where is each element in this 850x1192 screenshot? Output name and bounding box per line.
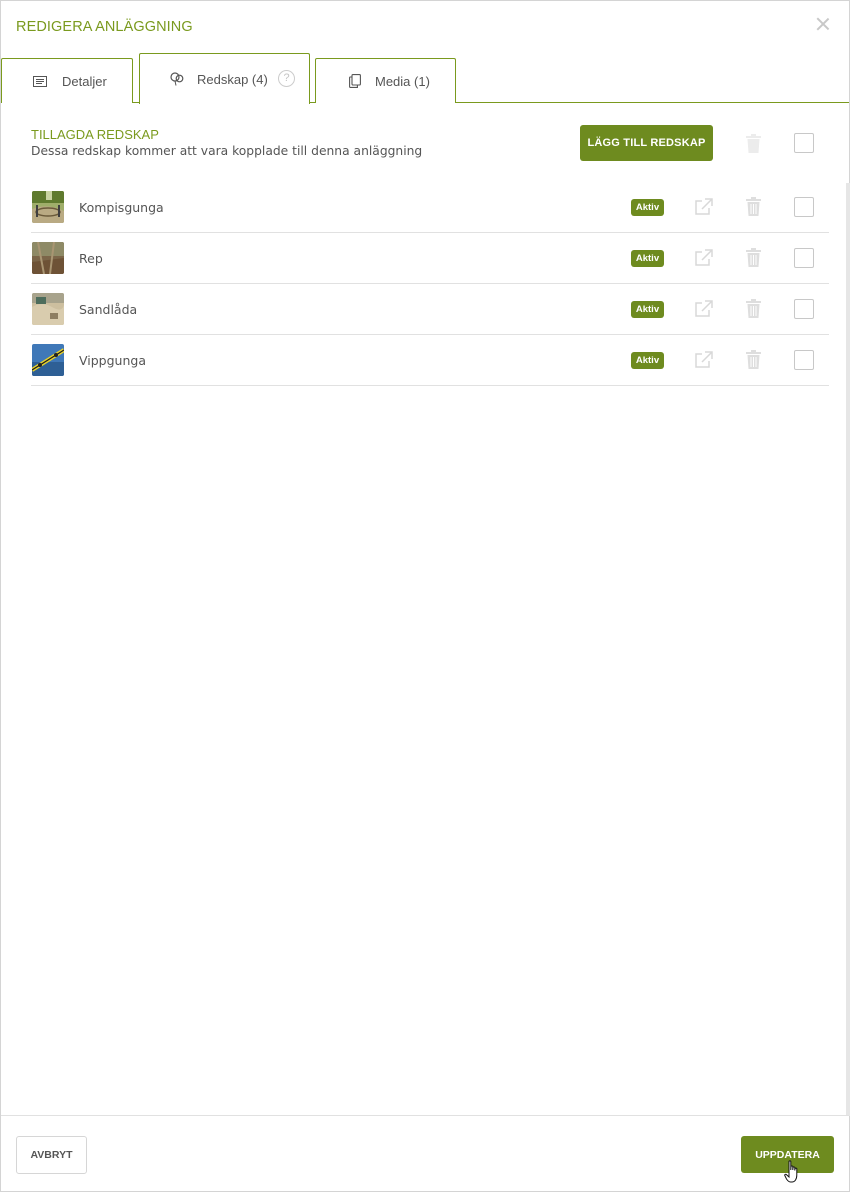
trash-icon[interactable] <box>745 197 762 221</box>
trash-icon[interactable] <box>745 248 762 272</box>
tab-equipment-label: Redskap (4) <box>197 71 268 87</box>
trash-icon[interactable] <box>745 350 762 374</box>
equipment-thumbnail <box>32 293 64 325</box>
tab-media-label: Media (1) <box>375 73 430 89</box>
list-item: Kompisgunga Aktiv <box>31 182 829 233</box>
row-checkbox[interactable] <box>794 299 814 319</box>
external-link-icon[interactable] <box>694 198 713 221</box>
list-item: Sandlåda Aktiv <box>31 284 829 335</box>
row-checkbox[interactable] <box>794 197 814 217</box>
equipment-thumbnail <box>32 344 64 376</box>
section-title: TILLAGDA REDSKAP <box>31 127 159 142</box>
scrollbar[interactable] <box>846 183 850 1116</box>
equipment-name: Vippgunga <box>79 353 146 368</box>
add-equipment-button[interactable]: LÄGG TILL REDSKAP <box>580 125 713 161</box>
copy-icon <box>347 74 363 88</box>
status-badge: Aktiv <box>631 301 664 318</box>
status-badge: Aktiv <box>631 352 664 369</box>
tab-bar: Detaljer Redskap (4) ? Media (1) <box>1 53 849 104</box>
balloons-icon <box>169 72 185 86</box>
trash-icon[interactable] <box>745 134 762 158</box>
equipment-name: Sandlåda <box>79 302 138 317</box>
tab-media[interactable]: Media (1) <box>315 58 456 103</box>
status-badge: Aktiv <box>631 199 664 216</box>
select-all-checkbox[interactable] <box>794 133 814 153</box>
status-badge: Aktiv <box>631 250 664 267</box>
equipment-list: Kompisgunga Aktiv Rep Aktiv Sandlåda Akt… <box>31 182 829 386</box>
equipment-name: Kompisgunga <box>79 200 164 215</box>
external-link-icon[interactable] <box>694 300 713 323</box>
dialog-header: REDIGERA ANLÄGGNING <box>1 1 849 53</box>
row-checkbox[interactable] <box>794 248 814 268</box>
list-icon <box>32 74 48 88</box>
external-link-icon[interactable] <box>694 351 713 374</box>
list-item: Vippgunga Aktiv <box>31 335 829 386</box>
dialog-title: REDIGERA ANLÄGGNING <box>16 19 193 35</box>
dialog-footer: AVBRYT UPPDATERA <box>1 1115 849 1192</box>
tab-equipment[interactable]: Redskap (4) ? <box>139 53 310 104</box>
equipment-thumbnail <box>32 191 64 223</box>
section-subtitle: Dessa redskap kommer att vara kopplade t… <box>31 144 423 158</box>
row-checkbox[interactable] <box>794 350 814 370</box>
help-icon[interactable]: ? <box>278 70 295 87</box>
external-link-icon[interactable] <box>694 249 713 272</box>
tab-details-label: Detaljer <box>62 73 107 89</box>
close-icon[interactable] <box>815 16 831 32</box>
cancel-button[interactable]: AVBRYT <box>16 1136 87 1174</box>
equipment-thumbnail <box>32 242 64 274</box>
list-item: Rep Aktiv <box>31 233 829 284</box>
tab-details[interactable]: Detaljer <box>1 58 133 103</box>
edit-facility-dialog: REDIGERA ANLÄGGNING Detaljer Redskap (4)… <box>0 0 850 1192</box>
equipment-name: Rep <box>79 251 103 266</box>
trash-icon[interactable] <box>745 299 762 323</box>
hand-cursor-icon <box>784 1160 802 1189</box>
added-equipment-header: TILLAGDA REDSKAP Dessa redskap kommer at… <box>31 125 831 181</box>
